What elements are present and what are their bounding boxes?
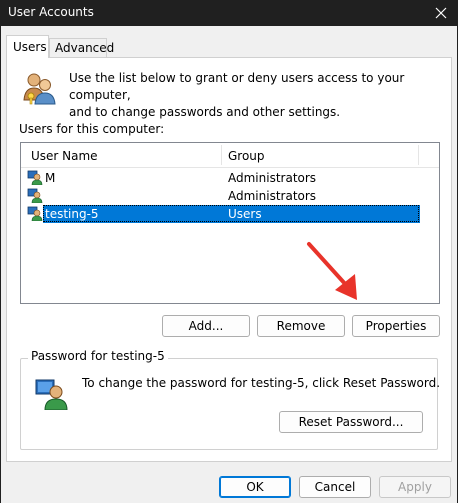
user-icon <box>27 188 43 203</box>
column-separator[interactable] <box>221 145 222 165</box>
user-row-m[interactable]: M Administrators <box>21 169 439 187</box>
column-separator[interactable] <box>418 145 419 165</box>
intro-text: Use the list below to grant or deny user… <box>69 70 429 121</box>
intro-line-2: and to change passwords and other settin… <box>69 105 341 119</box>
title-bar: User Accounts <box>0 0 458 26</box>
ok-button[interactable]: OK <box>219 476 291 498</box>
user-group-cell: Administrators <box>228 171 317 185</box>
password-instructions: To change the password for testing-5, cl… <box>82 376 441 390</box>
user-icon <box>27 170 43 185</box>
user-password-icon <box>35 379 68 410</box>
cancel-button[interactable]: Cancel <box>299 476 371 498</box>
users-group-icon <box>23 73 56 105</box>
user-name-cell: M <box>45 171 56 185</box>
user-row-testing-5[interactable]: testing-5 Users <box>21 205 439 223</box>
add-user-button[interactable]: Add... <box>162 315 250 337</box>
close-icon[interactable] <box>430 2 452 24</box>
user-icon <box>27 206 43 221</box>
apply-button[interactable]: Apply <box>379 476 451 498</box>
intro-line-1: Use the list below to grant or deny user… <box>69 71 405 102</box>
user-row-unnamed[interactable]: Administrators <box>21 187 439 205</box>
window-border-left <box>0 26 1 503</box>
column-header-group[interactable]: Group <box>228 149 265 163</box>
remove-user-button[interactable]: Remove <box>257 315 345 337</box>
tab-advanced[interactable]: Advanced <box>49 38 114 57</box>
password-groupbox <box>20 358 438 450</box>
password-group-legend: Password for testing-5 <box>28 349 168 363</box>
user-group-cell: Users <box>228 207 262 221</box>
user-group-cell: Administrators <box>228 189 317 203</box>
users-listview[interactable]: User Name Group M Administrators Adminis… <box>20 142 440 304</box>
annotation-arrow-icon <box>307 242 357 300</box>
user-name-cell: testing-5 <box>43 205 229 223</box>
column-header-user-name[interactable]: User Name <box>31 149 98 163</box>
window-title: User Accounts <box>8 5 94 19</box>
users-list-label: Users for this computer: <box>19 122 165 136</box>
properties-button[interactable]: Properties <box>352 315 440 337</box>
tab-users[interactable]: Users <box>6 35 49 58</box>
listview-header: User Name Group <box>21 143 439 168</box>
reset-password-button[interactable]: Reset Password... <box>279 411 423 433</box>
